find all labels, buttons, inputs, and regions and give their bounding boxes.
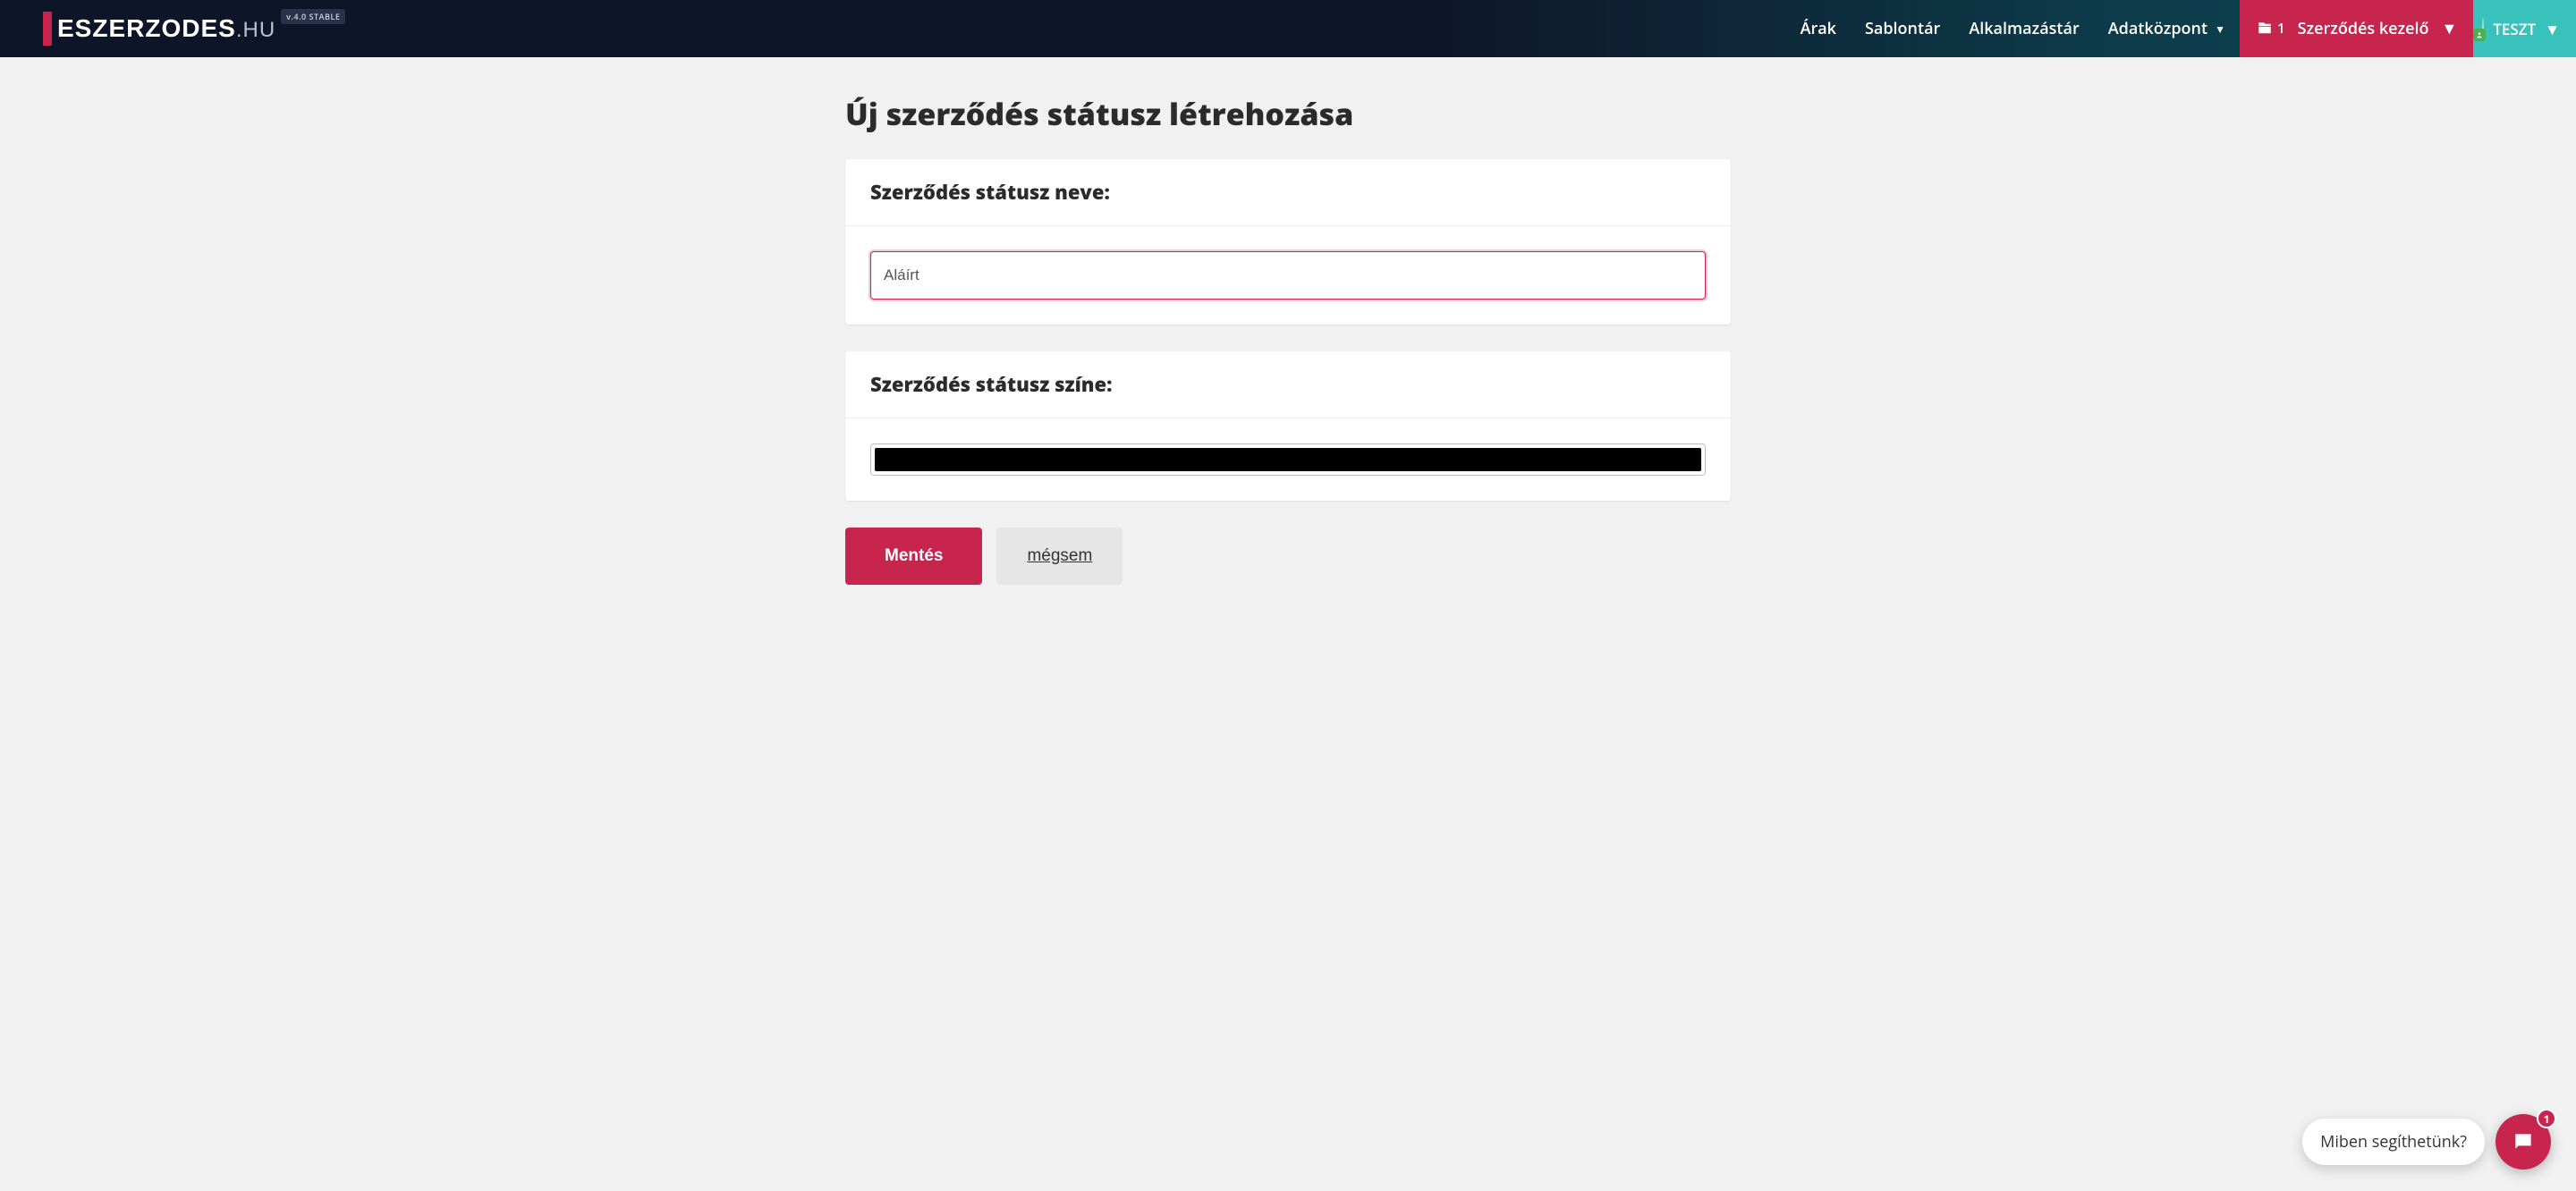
chat-unread-badge: 1: [2537, 1109, 2556, 1128]
user-name: TESZT: [2493, 19, 2536, 39]
main-nav: Árak Sablontár Alkalmazástár Adatközpont…: [1786, 0, 2576, 57]
chat-icon: [2512, 1130, 2535, 1153]
chat-widget: Miben segíthetünk? 1: [2302, 1114, 2551, 1170]
contract-manager-label: Szerződés kezelő: [2298, 18, 2429, 39]
nav-label: Alkalmazástár: [1969, 18, 2079, 39]
version-badge: v.4.0 STABLE: [281, 9, 345, 24]
brand-name-main: ESZERZODES: [57, 14, 236, 42]
caret-down-icon: ▼: [2545, 19, 2560, 39]
caret-down-icon: ▼: [2215, 21, 2225, 37]
nav-item-apps[interactable]: Alkalmazástár: [1954, 0, 2093, 57]
status-color-input[interactable]: [870, 443, 1706, 476]
brand-text: ESZERZODES.HU: [57, 16, 275, 41]
page: Új szerződés státusz létrehozása Szerződ…: [845, 57, 1731, 656]
nav-item-datacenter[interactable]: Adatközpont ▼: [2094, 0, 2240, 57]
nav-item-templates[interactable]: Sablontár: [1851, 0, 1954, 57]
status-name-heading: Szerződés státusz neve:: [845, 159, 1731, 226]
form-actions: Mentés mégsem: [845, 528, 1731, 585]
avatar-wrap: [2482, 19, 2484, 39]
caret-down-icon: ▼: [2442, 18, 2458, 39]
nav-contract-manager[interactable]: 1 Szerződés kezelő ▼: [2240, 0, 2473, 57]
color-swatch: [875, 448, 1701, 471]
document-icon: [2256, 21, 2274, 37]
brand-name-suffix: .HU: [236, 18, 275, 42]
nav-label: Árak: [1801, 18, 1836, 39]
nav-item-prices[interactable]: Árak: [1786, 0, 1851, 57]
doc-count: 1: [2277, 20, 2285, 38]
nav-user[interactable]: TESZT ▼: [2473, 0, 2576, 57]
chat-fab[interactable]: 1: [2496, 1114, 2551, 1170]
status-name-input[interactable]: [870, 251, 1706, 300]
nav-label: Adatközpont: [2108, 18, 2207, 39]
status-color-card: Szerződés státusz színe:: [845, 351, 1731, 501]
page-title: Új szerződés státusz létrehozása: [845, 93, 1731, 134]
avatar-status-icon: [2473, 29, 2486, 41]
chat-prompt[interactable]: Miben segíthetünk?: [2302, 1119, 2485, 1165]
card-body: [845, 226, 1731, 325]
save-button[interactable]: Mentés: [845, 528, 982, 585]
doc-count-badge: 1: [2256, 20, 2285, 38]
card-body: [845, 418, 1731, 501]
brand[interactable]: ESZERZODES.HU v.4.0 STABLE: [0, 0, 345, 57]
status-color-heading: Szerződés státusz színe:: [845, 351, 1731, 418]
cancel-button[interactable]: mégsem: [996, 528, 1123, 585]
status-name-card: Szerződés státusz neve:: [845, 159, 1731, 325]
brand-mark-icon: [43, 12, 52, 46]
nav-label: Sablontár: [1865, 18, 1940, 39]
topbar: ESZERZODES.HU v.4.0 STABLE Árak Sablontá…: [0, 0, 2576, 57]
